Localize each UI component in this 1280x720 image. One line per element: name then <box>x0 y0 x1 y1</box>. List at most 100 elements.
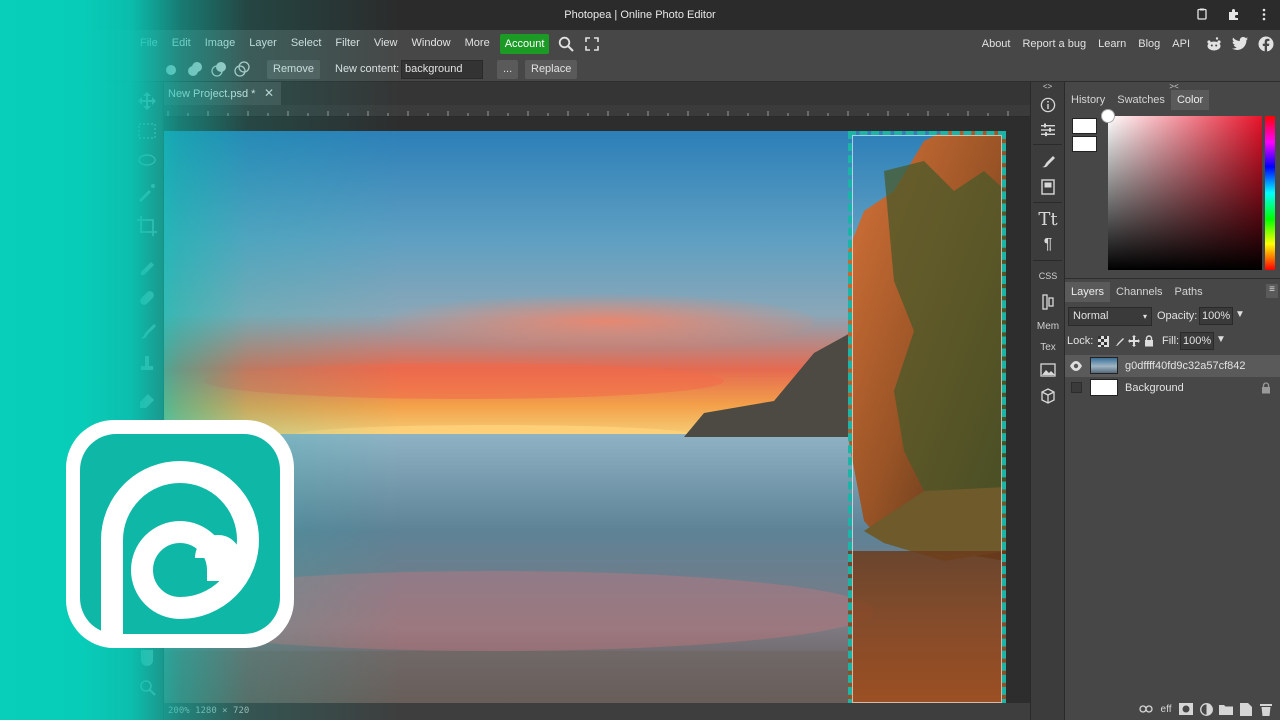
collapse-arrows-icon[interactable]: <> <box>1031 82 1064 91</box>
twitter-icon[interactable] <box>1231 35 1248 52</box>
menu-view[interactable]: View <box>367 30 405 57</box>
magic-wand-tool-icon[interactable] <box>139 184 155 202</box>
eraser-tool-icon[interactable] <box>140 394 154 408</box>
clipboard-icon[interactable] <box>1195 8 1209 22</box>
brush-settings-icon[interactable] <box>1036 150 1060 172</box>
text-panel-button[interactable]: Tex <box>1036 336 1060 358</box>
marquee-selection[interactable] <box>848 131 1006 703</box>
zoom-tool-icon[interactable] <box>140 680 156 696</box>
visibility-toggle-checkbox[interactable] <box>1071 382 1082 393</box>
opacity-input[interactable]: 100% <box>1199 307 1233 325</box>
more-options-button[interactable]: ... <box>497 60 519 79</box>
selection-mode-subtract-icon[interactable] <box>210 60 228 79</box>
background-color-swatch[interactable] <box>1072 136 1097 152</box>
report-bug-link[interactable]: Report a bug <box>1016 38 1092 50</box>
css-panel-button[interactable]: CSS <box>1036 265 1060 287</box>
foreground-color-swatch[interactable] <box>1072 118 1097 134</box>
hand-tool-icon[interactable] <box>141 650 153 666</box>
link-icon[interactable] <box>1136 701 1156 717</box>
tool-options-bar: Remove New content: background ... Repla… <box>0 57 1280 82</box>
fill-dropdown-icon[interactable]: ▼ <box>1216 334 1226 345</box>
blend-mode-select[interactable]: Normal ▾ <box>1068 307 1152 326</box>
mask-icon[interactable] <box>1176 701 1196 717</box>
menu-image[interactable]: Image <box>198 30 243 57</box>
blog-link[interactable]: Blog <box>1132 38 1166 50</box>
lock-all-icon[interactable] <box>1143 335 1155 347</box>
saturation-brightness-picker[interactable] <box>1108 116 1262 270</box>
tab-channels[interactable]: Channels <box>1110 282 1168 302</box>
marquee-tool-icon[interactable] <box>138 123 156 139</box>
panel-menu-icon[interactable]: ≡ <box>1266 284 1278 298</box>
healing-tool-icon[interactable] <box>139 290 156 307</box>
opacity-dropdown-icon[interactable]: ▼ <box>1235 309 1245 320</box>
crop-tool-icon[interactable] <box>137 216 157 236</box>
paragraph-panel-icon[interactable]: ¶ <box>1036 234 1060 256</box>
tab-paths[interactable]: Paths <box>1169 282 1209 302</box>
character-panel-icon[interactable]: Tt <box>1036 208 1060 230</box>
window-title: Photopea | Online Photo Editor <box>564 9 716 21</box>
folder-icon[interactable] <box>1216 701 1236 717</box>
tab-color[interactable]: Color <box>1170 90 1210 110</box>
kebab-menu-icon[interactable] <box>1257 8 1271 22</box>
about-link[interactable]: About <box>976 38 1017 50</box>
layer-row[interactable]: Background <box>1065 377 1280 399</box>
close-tab-icon[interactable]: ✕ <box>262 86 276 100</box>
character-book-icon[interactable] <box>1036 176 1060 198</box>
trash-icon[interactable] <box>1256 701 1276 717</box>
lock-pixels-brush-icon[interactable] <box>1113 335 1125 347</box>
opacity-label: Opacity: <box>1157 310 1198 322</box>
move-tool-icon[interactable] <box>138 92 156 110</box>
color-picker-handle[interactable] <box>1101 109 1115 123</box>
lock-position-move-icon[interactable] <box>1128 335 1140 347</box>
eye-visibility-icon[interactable] <box>1069 360 1083 372</box>
brush-tool-icon[interactable] <box>140 324 156 339</box>
selection-mode-new-icon[interactable] <box>162 60 180 79</box>
clone-stamp-tool-icon[interactable] <box>141 356 153 370</box>
image-panel-icon[interactable] <box>1036 359 1060 381</box>
new-layer-icon[interactable] <box>1236 701 1256 717</box>
document-tabs: New Project.psd * ✕ <box>164 82 1030 105</box>
fullscreen-icon[interactable] <box>583 35 601 53</box>
menu-select[interactable]: Select <box>284 30 329 57</box>
facebook-icon[interactable] <box>1257 35 1274 52</box>
adjustment-icon[interactable] <box>1196 701 1216 717</box>
layer-name[interactable]: Background <box>1125 377 1184 399</box>
memory-panel-button[interactable]: Mem <box>1033 315 1063 337</box>
eyedropper-tool-icon[interactable] <box>141 262 154 275</box>
3d-box-icon[interactable] <box>1036 385 1060 407</box>
tab-layers[interactable]: Layers <box>1065 282 1111 302</box>
replace-button[interactable]: Replace <box>525 60 578 79</box>
info-icon[interactable] <box>1036 94 1060 116</box>
lasso-tool-icon[interactable] <box>138 154 156 166</box>
document-tab-label: New Project.psd * <box>168 87 256 100</box>
menu-edit[interactable]: Edit <box>165 30 198 57</box>
hue-slider[interactable] <box>1265 116 1275 270</box>
extensions-puzzle-icon[interactable] <box>1226 8 1240 22</box>
tab-history[interactable]: History <box>1065 90 1111 110</box>
align-panel-icon[interactable] <box>1036 291 1060 313</box>
zoom-and-size-readout: 200% 1280 × 720 <box>168 706 250 716</box>
adjustments-sliders-icon[interactable] <box>1036 119 1060 141</box>
layer-name[interactable]: g0dffff40fd9c32a57cf842 <box>1125 355 1246 377</box>
lock-transparency-icon[interactable] <box>1097 335 1109 347</box>
chevron-down-icon: ▾ <box>1142 312 1147 321</box>
menu-layer[interactable]: Layer <box>242 30 284 57</box>
search-icon[interactable] <box>557 35 575 53</box>
selection-mode-add-icon[interactable] <box>186 60 204 79</box>
menu-window[interactable]: Window <box>405 30 458 57</box>
remove-button[interactable]: Remove <box>267 60 320 79</box>
layer-row[interactable]: g0dffff40fd9c32a57cf842 <box>1065 355 1280 377</box>
menu-filter[interactable]: Filter <box>328 30 366 57</box>
selection-mode-intersect-icon[interactable] <box>233 60 251 79</box>
reddit-icon[interactable] <box>1205 35 1222 52</box>
tab-swatches[interactable]: Swatches <box>1111 90 1171 110</box>
menu-more[interactable]: More <box>458 30 497 57</box>
new-content-input[interactable]: background <box>401 60 483 79</box>
api-link[interactable]: API <box>1166 38 1196 50</box>
document-tab[interactable]: New Project.psd * ✕ <box>164 82 281 105</box>
account-button[interactable]: Account <box>499 33 550 54</box>
effects-icon[interactable]: eff <box>1156 701 1176 717</box>
learn-link[interactable]: Learn <box>1092 38 1132 50</box>
fill-input[interactable]: 100% <box>1180 332 1214 350</box>
menu-file[interactable]: File <box>133 30 165 57</box>
